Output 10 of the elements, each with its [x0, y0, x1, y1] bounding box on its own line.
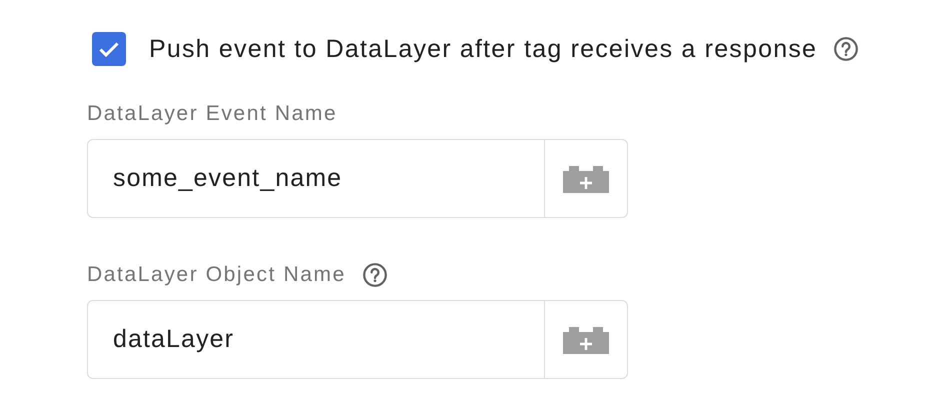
help-icon[interactable] — [833, 36, 860, 62]
help-icon[interactable] — [362, 262, 388, 288]
field-label: DataLayer Object Name — [87, 263, 346, 287]
checkbox-label: Push event to DataLayer after tag receives a response — [149, 34, 818, 64]
input-field[interactable]: dataLayer — [87, 300, 628, 379]
variable-brick-icon[interactable] — [563, 164, 609, 192]
checkbox[interactable] — [92, 32, 126, 66]
input-field[interactable]: some_event_name — [87, 139, 628, 218]
variable-brick-icon[interactable] — [563, 326, 609, 354]
field-label: DataLayer Event Name — [87, 102, 338, 126]
